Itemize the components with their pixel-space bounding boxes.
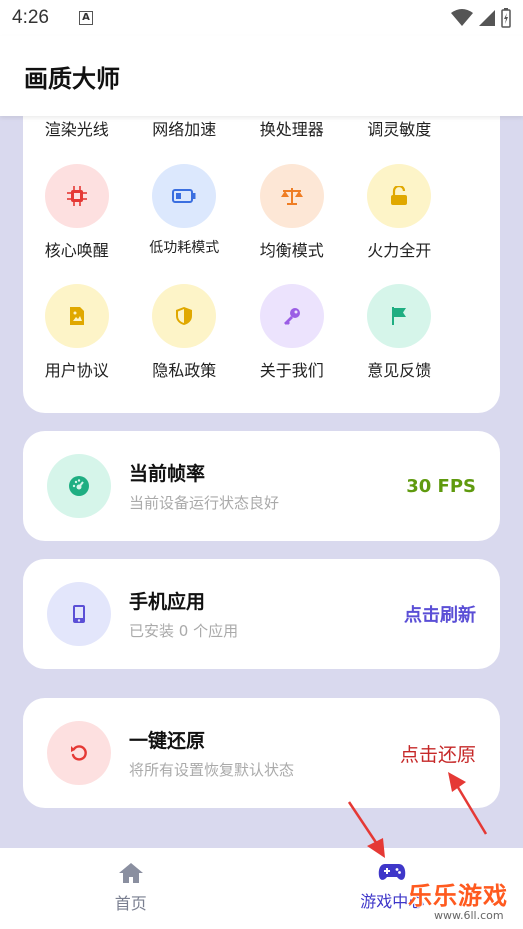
chip-icon [44, 164, 109, 228]
watermark-url: www.6ll.com [434, 909, 504, 922]
battery-icon [152, 164, 217, 228]
tool-low-power-label: 低功耗模式 [149, 240, 220, 256]
unlock-icon [367, 164, 432, 228]
restore-card[interactable]: 一键还原 将所有设置恢复默认状态 点击还原 [23, 698, 500, 808]
tool-user-agreement[interactable]: 用户协议 [23, 284, 131, 381]
apps-card[interactable]: 手机应用 已安装 0 个应用 点击刷新 [23, 559, 500, 669]
app-bar: 画质大师 [0, 36, 523, 116]
restore-card-title: 一键还原 [129, 730, 206, 752]
notification-a-icon: A [78, 11, 93, 25]
apps-card-title: 手机应用 [129, 591, 206, 613]
tool-about-us[interactable]: 关于我们 [238, 284, 346, 381]
annotation-arrow-up [448, 772, 488, 835]
battery-status-icon [501, 8, 511, 28]
tool-balanced[interactable]: 均衡模式 [238, 164, 346, 261]
tool-user-agreement-label: 用户协议 [44, 361, 109, 380]
speedometer-icon [47, 454, 111, 518]
balance-scale-icon [259, 164, 324, 228]
restore-button[interactable]: 点击还原 [400, 740, 476, 767]
tool-full-power[interactable]: 火力全开 [346, 164, 454, 261]
status-time: 4:26 [12, 7, 49, 28]
refresh-button[interactable]: 点击刷新 [404, 601, 476, 627]
home-icon [118, 863, 143, 883]
tool-about-us-label: 关于我们 [259, 361, 324, 380]
gamepad-icon [379, 864, 406, 880]
tools-row-2: 用户协议 隐私政策 关于我们 意见反馈 [23, 284, 500, 381]
tools-row-1: 核心唤醒 低功耗模式 均衡模式 火力全开 [23, 164, 500, 261]
fps-card-subtitle: 当前设备运行状态良好 [129, 494, 280, 512]
tool-core-wake-label: 核心唤醒 [44, 241, 109, 260]
status-icons [451, 8, 511, 28]
tool-full-power-label: 火力全开 [367, 241, 432, 260]
page-title: 画质大师 [24, 64, 120, 93]
watermark-logo: 乐乐游戏 www.6ll.com [408, 876, 508, 922]
tool-feedback-label: 意见反馈 [367, 361, 432, 380]
fps-value: 30 FPS [406, 475, 476, 497]
tools-top-row: 渲染光线 网络加速 换处理器 调灵敏度 [23, 116, 500, 140]
nav-home-label: 首页 [114, 894, 147, 913]
restore-icon [47, 721, 111, 785]
tool-label-change-processor[interactable]: 换处理器 [238, 116, 346, 140]
key-icon [259, 284, 324, 348]
wifi-icon [451, 9, 473, 26]
tool-core-wake[interactable]: 核心唤醒 [23, 164, 131, 261]
tool-low-power[interactable]: 低功耗模式 [131, 164, 239, 261]
tool-label-render-light[interactable]: 渲染光线 [23, 116, 131, 140]
nav-home[interactable]: 首页 [0, 848, 262, 929]
tool-label-sensitivity[interactable]: 调灵敏度 [346, 116, 454, 140]
fps-card-title: 当前帧率 [129, 463, 206, 485]
fps-card[interactable]: 当前帧率 当前设备运行状态良好 30 FPS [23, 431, 500, 541]
flag-icon [367, 284, 432, 348]
tool-label-network-boost[interactable]: 网络加速 [131, 116, 239, 140]
tool-balanced-label: 均衡模式 [259, 241, 324, 260]
apps-card-subtitle: 已安装 0 个应用 [129, 622, 239, 640]
document-icon [44, 284, 109, 348]
watermark-text: 乐乐游戏 [408, 882, 508, 910]
tool-feedback[interactable]: 意见反馈 [346, 284, 454, 381]
phone-icon [47, 582, 111, 646]
restore-card-subtitle: 将所有设置恢复默认状态 [129, 761, 295, 779]
tool-privacy-policy[interactable]: 隐私政策 [131, 284, 239, 381]
annotation-arrow-down [347, 801, 385, 858]
tools-grid-card: 渲染光线 网络加速 换处理器 调灵敏度 核心唤醒 低功耗模式 均衡模式 火力全开… [23, 100, 500, 413]
status-bar: 4:26 A [0, 0, 523, 36]
signal-icon [479, 10, 495, 26]
tool-privacy-policy-label: 隐私政策 [152, 361, 217, 380]
shield-icon [152, 284, 217, 348]
